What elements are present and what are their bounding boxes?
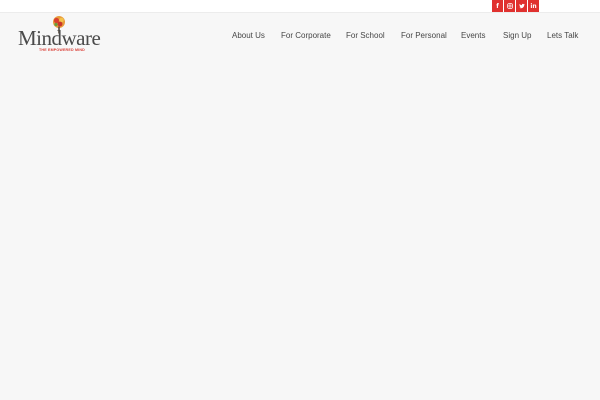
instagram-icon — [506, 3, 513, 9]
facebook-icon: f — [496, 2, 499, 10]
twitter-link[interactable] — [516, 0, 527, 12]
main-content — [0, 58, 600, 400]
nav-lets-talk[interactable]: Lets Talk — [547, 30, 578, 42]
facebook-link[interactable]: f — [492, 0, 503, 12]
linkedin-link[interactable]: in — [528, 0, 539, 12]
nav-about-us[interactable]: About Us — [232, 30, 265, 42]
social-links: f in — [492, 0, 539, 12]
main-nav: About Us For Corporate For School For Pe… — [0, 30, 600, 42]
site-header: Mindware THE EMPOWERED MIND About Us For… — [0, 13, 600, 58]
twitter-icon — [518, 3, 525, 9]
nav-for-personal[interactable]: For Personal — [401, 30, 447, 42]
nav-sign-up[interactable]: Sign Up — [503, 30, 531, 42]
nav-for-corporate[interactable]: For Corporate — [281, 30, 331, 42]
nav-events[interactable]: Events — [461, 30, 485, 42]
top-bar: f in — [0, 0, 600, 13]
linkedin-icon: in — [530, 2, 537, 10]
logo-tagline: THE EMPOWERED MIND — [39, 48, 85, 52]
instagram-link[interactable] — [504, 0, 515, 12]
nav-for-school[interactable]: For School — [346, 30, 385, 42]
